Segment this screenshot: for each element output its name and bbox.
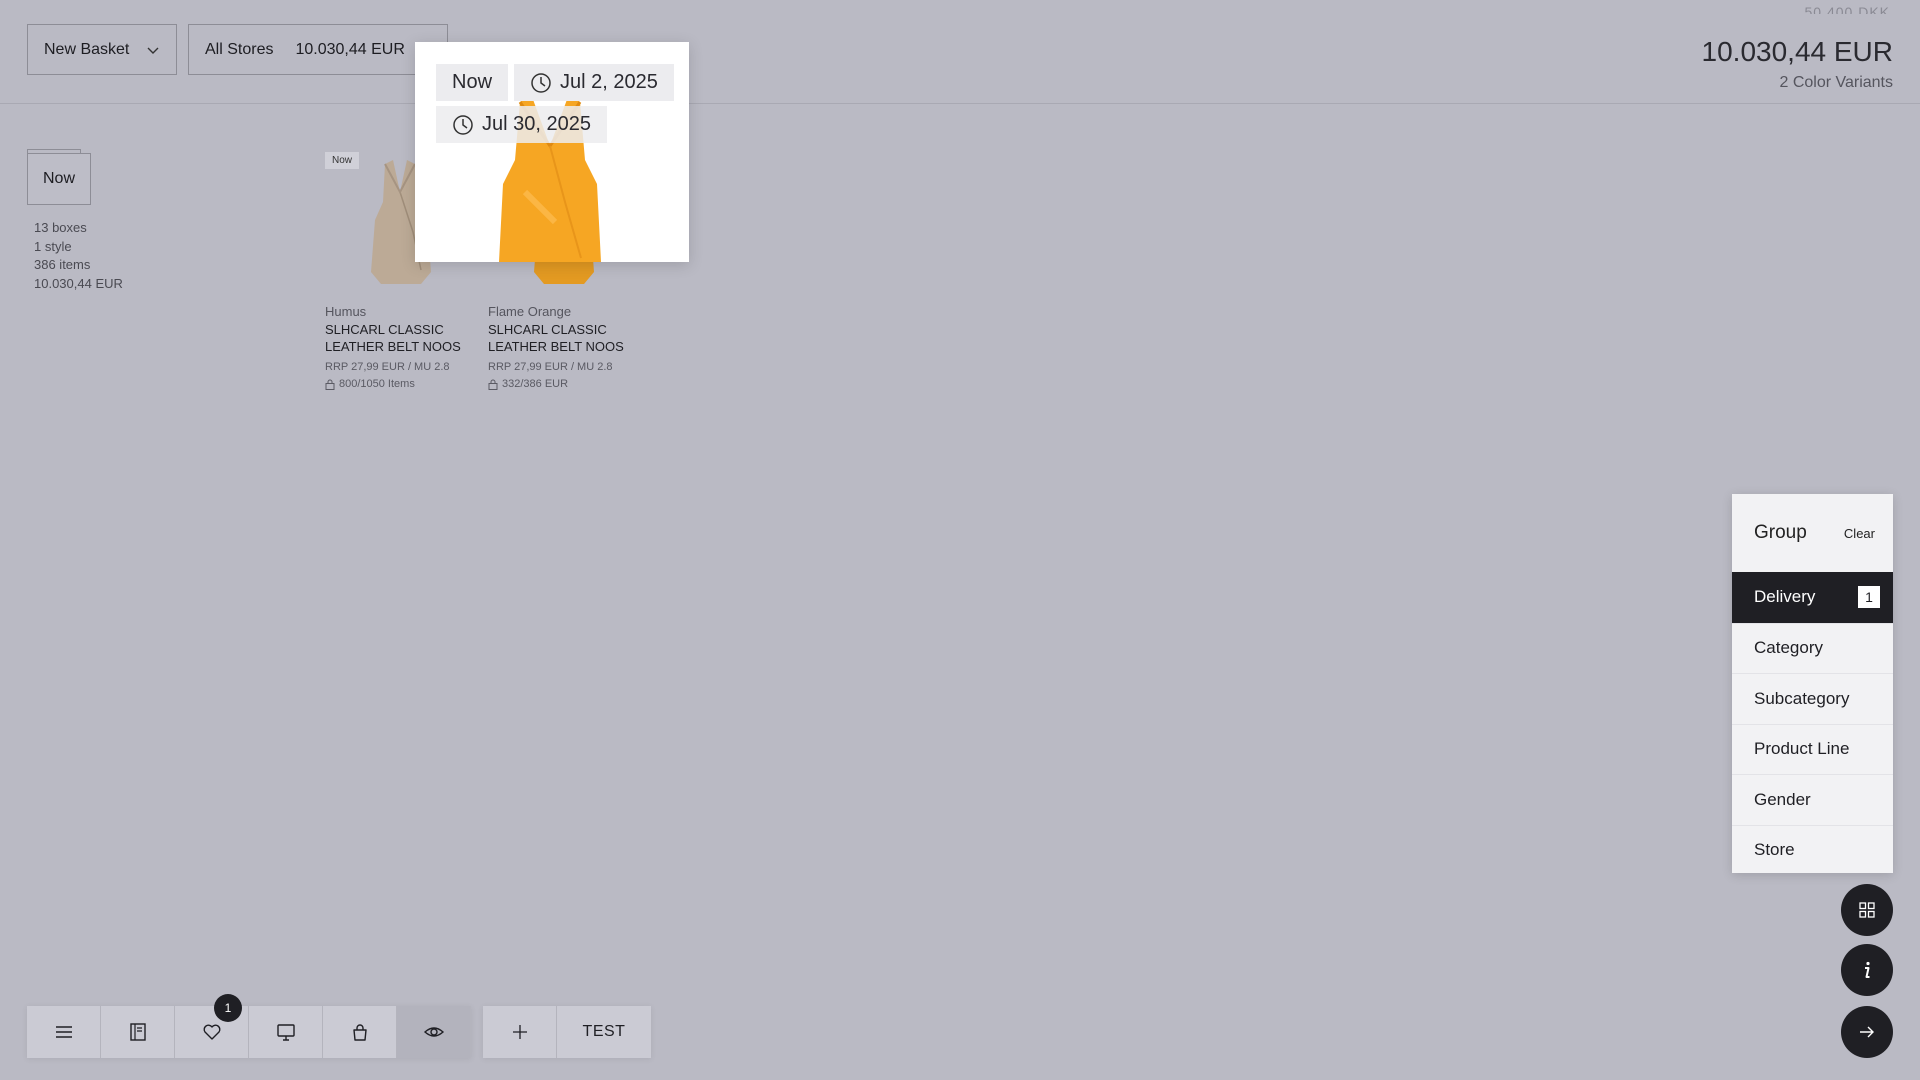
group-option-store[interactable]: Store [1732, 824, 1893, 876]
test-button[interactable]: TEST [557, 1006, 651, 1058]
info-button[interactable] [1841, 944, 1893, 996]
summary-styles: 1 style [34, 238, 72, 254]
test-button-label: TEST [582, 1023, 626, 1040]
now-badge: Now [325, 152, 360, 169]
product-stock: 800/1050 Items [325, 378, 475, 390]
catalog-icon [129, 1023, 146, 1041]
product-name: SLHCARL CLASSIC LEATHER BELT NOOS [488, 321, 638, 355]
group-option-gender[interactable]: Gender [1732, 774, 1893, 825]
delivery-now-chip[interactable]: Now [436, 64, 509, 101]
delivery-date-chip[interactable]: Jul 30, 2025 [436, 106, 607, 143]
bottom-toolbar-secondary: TEST [483, 1006, 651, 1058]
bottom-toolbar: 1 [27, 994, 471, 1058]
chevron-down-icon [147, 47, 159, 54]
delivery-group-tag[interactable]: Now [27, 149, 91, 205]
product-color: Flame Orange [488, 304, 572, 319]
lock-icon [325, 379, 335, 390]
chip-date1-label: Jul 2, 2025 [560, 71, 658, 93]
product-name: SLHCARL CLASSIC LEATHER BELT NOOS [325, 321, 475, 355]
group-title: Group [1754, 522, 1807, 543]
group-option-delivery[interactable]: Delivery 1 [1732, 572, 1893, 623]
presentation-button[interactable] [249, 1006, 323, 1058]
clock-icon [453, 114, 473, 135]
basket-total: 10.030,44 EUR [1701, 36, 1893, 67]
plus-icon [512, 1025, 527, 1039]
group-option-label: Delivery [1754, 587, 1816, 607]
product-color: Humus [325, 304, 367, 319]
group-panel: Group Clear Delivery 1 Category Subcateg… [1732, 494, 1893, 873]
product-price: RRP 27,99 EUR / MU 2.8 [488, 361, 613, 373]
eye-icon [423, 1027, 444, 1037]
color-variants-count: 2 Color Variants [1779, 74, 1893, 91]
basket-select[interactable]: New Basket [27, 24, 177, 75]
stores-amount: 10.030,44 EUR [295, 40, 405, 58]
clock-icon [531, 72, 551, 93]
arrow-right-icon [1860, 1026, 1874, 1038]
product-stock-label: 332/386 EUR [502, 378, 569, 390]
add-button[interactable] [483, 1006, 557, 1058]
bag-icon [352, 1024, 367, 1041]
product-stock: 332/386 EUR [488, 378, 638, 390]
next-button[interactable] [1841, 1006, 1893, 1058]
product-preview-popover: Now Jul 2, 2025 Jul 30, 2025 [415, 42, 689, 262]
grid-view-button[interactable] [1841, 884, 1893, 936]
menu-button[interactable] [27, 1006, 101, 1058]
product-name-line1: SLHCARL CLASSIC [488, 322, 607, 337]
group-option-label: Category [1754, 638, 1823, 658]
summary-amount: 10.030,44 EUR [34, 275, 123, 291]
now-tag-label: Now [42, 170, 75, 187]
group-option-count: 1 [1858, 586, 1880, 609]
menu-icon [55, 1026, 72, 1038]
wishlist-count-badge: 1 [214, 994, 242, 1022]
group-option-product-line[interactable]: Product Line [1732, 723, 1893, 775]
product-name-line1: SLHCARL CLASSIC [325, 322, 444, 337]
view-button[interactable] [397, 1006, 471, 1058]
basket-select-label: New Basket [44, 40, 130, 58]
stores-label: All Stores [205, 40, 274, 58]
product-name-line2: LEATHER BELT NOOS [325, 339, 461, 354]
summary-items: 386 items [34, 257, 91, 272]
wishlist-button[interactable]: 1 [175, 994, 249, 1058]
summary-boxes: 13 boxes [34, 220, 87, 235]
clear-button[interactable]: Clear [1844, 526, 1875, 541]
chip-date2-label: Jul 30, 2025 [482, 113, 591, 135]
group-panel-header: Group Clear [1732, 494, 1893, 572]
group-option-label: Product Line [1754, 739, 1850, 759]
product-price: RRP 27,99 EUR / MU 2.8 [325, 361, 450, 373]
chip-now-label: Now [452, 71, 493, 93]
group-option-category[interactable]: Category [1732, 622, 1893, 674]
info-icon [1865, 961, 1870, 978]
currency-total-faded: 50.400 DKK [1804, 4, 1890, 14]
product-stock-label: 800/1050 Items [339, 378, 415, 390]
monitor-icon [276, 1024, 295, 1041]
group-option-label: Subcategory [1754, 688, 1850, 708]
group-option-label: Gender [1754, 789, 1811, 809]
group-option-subcategory[interactable]: Subcategory [1732, 673, 1893, 724]
group-summary: 13 boxes 1 style 386 items 10.030,44 EUR [34, 219, 123, 293]
catalog-button[interactable] [101, 1006, 175, 1058]
lock-icon [488, 379, 498, 390]
basket-button[interactable] [323, 1006, 397, 1058]
product-name-line2: LEATHER BELT NOOS [488, 339, 624, 354]
delivery-date-chip[interactable]: Jul 2, 2025 [514, 64, 674, 101]
stores-filter[interactable]: All Stores 10.030,44 EUR [188, 24, 448, 75]
group-option-label: Store [1754, 840, 1795, 860]
grid-icon [1859, 902, 1875, 918]
heart-icon [203, 1024, 220, 1040]
